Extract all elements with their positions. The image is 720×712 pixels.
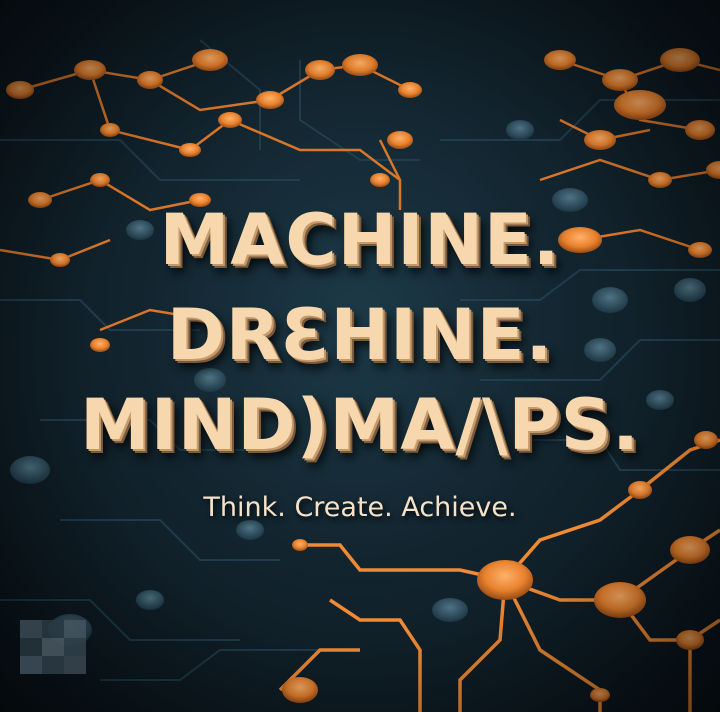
poster: MACHINE. DRƐHINE. MIND)MA/\PS. Think. Cr… (0, 0, 720, 712)
pixelated-censor-patch (20, 620, 86, 674)
headline-line-2: DRƐHINE. (166, 294, 554, 376)
headline-line-3: MIND)MA/\PS. (80, 384, 640, 466)
tagline: Think. Create. Achieve. (203, 492, 517, 523)
headline-line-1: MACHINE. (159, 199, 561, 281)
